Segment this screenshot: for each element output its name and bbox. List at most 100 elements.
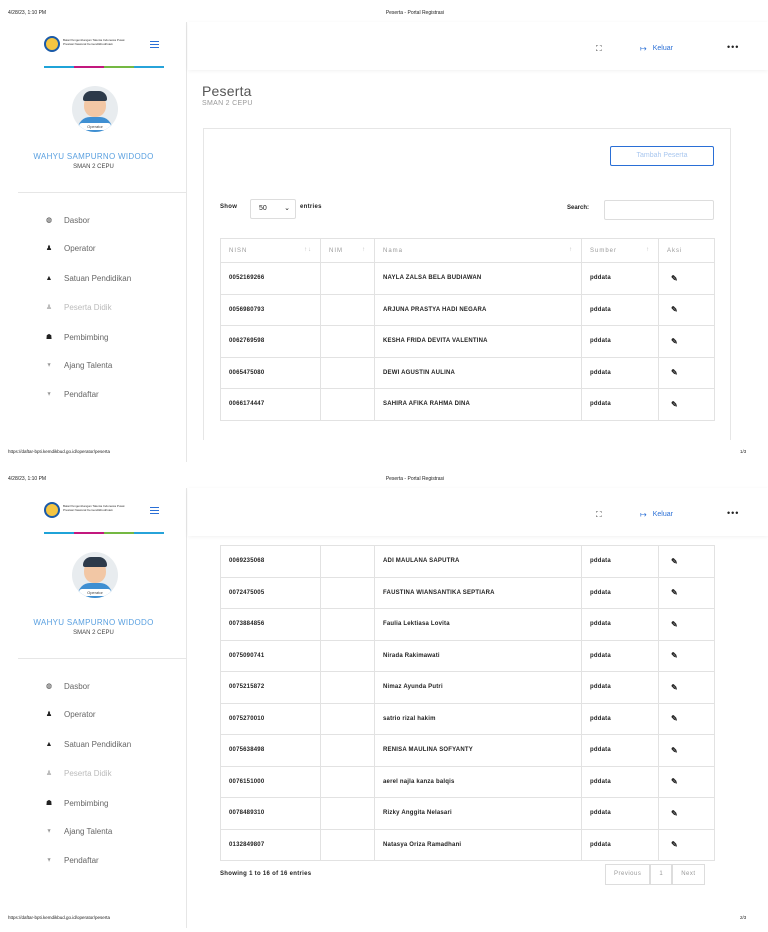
sidebar-item-pembimbing[interactable]: ☗ Pembimbing: [44, 331, 109, 343]
fullscreen-icon[interactable]: ⛶: [596, 510, 602, 520]
edit-action-cell: ✎: [658, 702, 715, 735]
more-dots-icon[interactable]: •••: [727, 42, 739, 52]
menu-toggle-icon[interactable]: [150, 41, 159, 50]
table-row: 0052169266 NAYLA ZALSA BELA BUDIAWAN pddat…: [220, 262, 715, 295]
avatar-role-badge: Operator: [79, 589, 111, 596]
sidebar-item-satuan-pendidikan[interactable]: ▲ Satuan Pendidikan: [44, 738, 132, 750]
nama-cell: KESHA FRIDA DEVITA VALENTINA: [374, 325, 582, 358]
sidebar-item-peserta-didik[interactable]: ♟ Peserta Didik: [44, 301, 112, 313]
more-dots-icon[interactable]: •••: [727, 508, 739, 518]
print-datetime: 4/28/23, 1:10 PM: [8, 476, 47, 482]
page-size-select[interactable]: 50 ⌄: [250, 199, 296, 219]
sumber-cell: pddata: [581, 545, 659, 578]
pencil-icon[interactable]: ✎: [671, 651, 678, 660]
dashboard-icon: ◍: [45, 217, 53, 224]
pencil-icon[interactable]: ✎: [671, 368, 678, 377]
sidebar-item-pendaftar[interactable]: ♆ Pendaftar: [44, 854, 98, 866]
page-1-button[interactable]: 1: [650, 864, 673, 885]
pencil-icon[interactable]: ✎: [671, 809, 678, 818]
topbar: [188, 488, 768, 536]
brand-logo[interactable]: Balai Pengembangan Talenta Indonesia Pus…: [44, 36, 164, 68]
users-icon: ☗: [45, 334, 53, 341]
sumber-cell: pddata: [581, 293, 659, 326]
brand-logo[interactable]: Balai Pengembangan Talenta Indonesia Pus…: [44, 502, 164, 534]
page-subtitle: SMAN 2 CEPU: [202, 100, 253, 107]
sumber-cell: pddata: [581, 576, 659, 609]
edit-action-cell: ✎: [658, 262, 715, 295]
pencil-icon[interactable]: ✎: [671, 620, 678, 629]
nisn-cell: 0075638498: [220, 734, 321, 767]
pencil-icon[interactable]: ✎: [671, 337, 678, 346]
brand-logo-text: Balai Pengembangan Talenta Indonesia Pus…: [63, 504, 125, 512]
print-page-number: 2/3: [740, 915, 747, 920]
previous-page-button[interactable]: Previous: [605, 864, 651, 885]
sidebar-item-dasbor[interactable]: ◍ Dasbor: [44, 214, 90, 226]
sidebar-item-operator[interactable]: ♟ Operator: [44, 708, 96, 720]
sidebar-item-peserta-didik[interactable]: ♟ Peserta Didik: [44, 767, 112, 779]
sidebar-item-ajang-talenta[interactable]: ♆ Ajang Talenta: [44, 359, 112, 371]
menu-toggle-icon[interactable]: [150, 507, 159, 516]
pencil-icon[interactable]: ✎: [671, 714, 678, 723]
nim-cell: [320, 797, 375, 830]
sidebar-item-pendaftar[interactable]: ♆ Pendaftar: [44, 388, 98, 400]
trophy-icon: ♆: [46, 827, 52, 835]
sidebar-item-dasbor[interactable]: ◍ Dasbor: [44, 680, 90, 692]
table-row: 0069235068 ADI MAULANA SAPUTRA pddata ✎: [220, 545, 715, 578]
print-datetime: 4/28/23, 1:10 PM: [8, 10, 47, 16]
nisn-cell: 0075090741: [220, 639, 321, 672]
pencil-icon[interactable]: ✎: [671, 683, 678, 692]
sidebar-item-satuan-pendidikan[interactable]: ▲ Satuan Pendidikan: [44, 272, 132, 284]
column-header-nisn[interactable]: NISN ↑↓: [220, 238, 321, 263]
sidebar-item-pembimbing[interactable]: ☗ Pembimbing: [44, 797, 109, 809]
column-header-sumber[interactable]: Sumber ↑: [581, 238, 659, 263]
nim-cell: [320, 356, 375, 389]
search-input[interactable]: [604, 200, 714, 220]
pencil-icon[interactable]: ✎: [671, 305, 678, 314]
chevron-down-icon: ⌄: [284, 205, 290, 212]
sumber-cell: pddata: [581, 639, 659, 672]
edit-action-cell: ✎: [658, 671, 715, 704]
edit-action-cell: ✎: [658, 545, 715, 578]
pencil-icon[interactable]: ✎: [671, 777, 678, 786]
next-page-button[interactable]: Next: [672, 864, 705, 885]
column-header-aksi: Aksi: [658, 238, 715, 263]
pencil-icon[interactable]: ✎: [671, 588, 678, 597]
user-name: WAHYU SAMPURNO WIDODO: [33, 152, 154, 161]
edit-action-cell: ✎: [658, 828, 715, 861]
brand-logo-text: Balai Pengembangan Talenta Indonesia Pus…: [63, 38, 125, 46]
logout-button[interactable]: ↦ Keluar: [640, 510, 673, 519]
table-row: 0072475005 FAUSTINA WIANSANTIKA SEPTIARA p…: [220, 576, 715, 609]
user-icon: ♟: [45, 770, 53, 777]
table-row: 0065475080 DEWI AGUSTIN AULINA pddata ✎: [220, 356, 715, 389]
sidebar-item-operator[interactable]: ♟ Operator: [44, 242, 96, 254]
column-header-nama[interactable]: Nama ↑: [374, 238, 582, 263]
pencil-icon[interactable]: ✎: [671, 746, 678, 755]
fullscreen-icon[interactable]: ⛶: [596, 44, 602, 54]
pencil-icon[interactable]: ✎: [671, 840, 678, 849]
sidebar-item-ajang-talenta[interactable]: ♆ Ajang Talenta: [44, 825, 112, 837]
nim-cell: [320, 576, 375, 609]
show-label: Show: [220, 204, 238, 210]
table-header-row: NISN ↑↓ NIM ↑ Nama ↑ Sumber ↑ Aksi: [220, 238, 715, 263]
nisn-cell: 0073884856: [220, 608, 321, 641]
edit-action-cell: ✎: [658, 797, 715, 830]
sumber-cell: pddata: [581, 765, 659, 798]
pencil-icon[interactable]: ✎: [671, 274, 678, 283]
avatar-role-badge: Operator: [79, 123, 111, 130]
sumber-cell: pddata: [581, 702, 659, 735]
print-url: https://daftar-bpti.kemdikbud.go.id/oper…: [8, 915, 111, 920]
table-row: 0075090741 Nirada Rakimawati pddata ✎: [220, 639, 715, 672]
nim-cell: [320, 702, 375, 735]
logout-button[interactable]: ↦ Keluar: [640, 44, 673, 53]
column-header-nim[interactable]: NIM ↑: [320, 238, 375, 263]
pencil-icon[interactable]: ✎: [671, 557, 678, 566]
nama-cell: Rizky Anggita Nelasari: [374, 797, 582, 830]
user-name: WAHYU SAMPURNO WIDODO: [33, 618, 154, 627]
edit-action-cell: ✎: [658, 388, 715, 421]
nama-cell: Faulia Lektiasa Lovita: [374, 608, 582, 641]
nisn-cell: 0075270010: [220, 702, 321, 735]
nama-cell: ADI MAULANA SAPUTRA: [374, 545, 582, 578]
pencil-icon[interactable]: ✎: [671, 400, 678, 409]
nisn-cell: 0069235068: [220, 545, 321, 578]
add-participant-button[interactable]: Tambah Peserta: [610, 146, 714, 166]
